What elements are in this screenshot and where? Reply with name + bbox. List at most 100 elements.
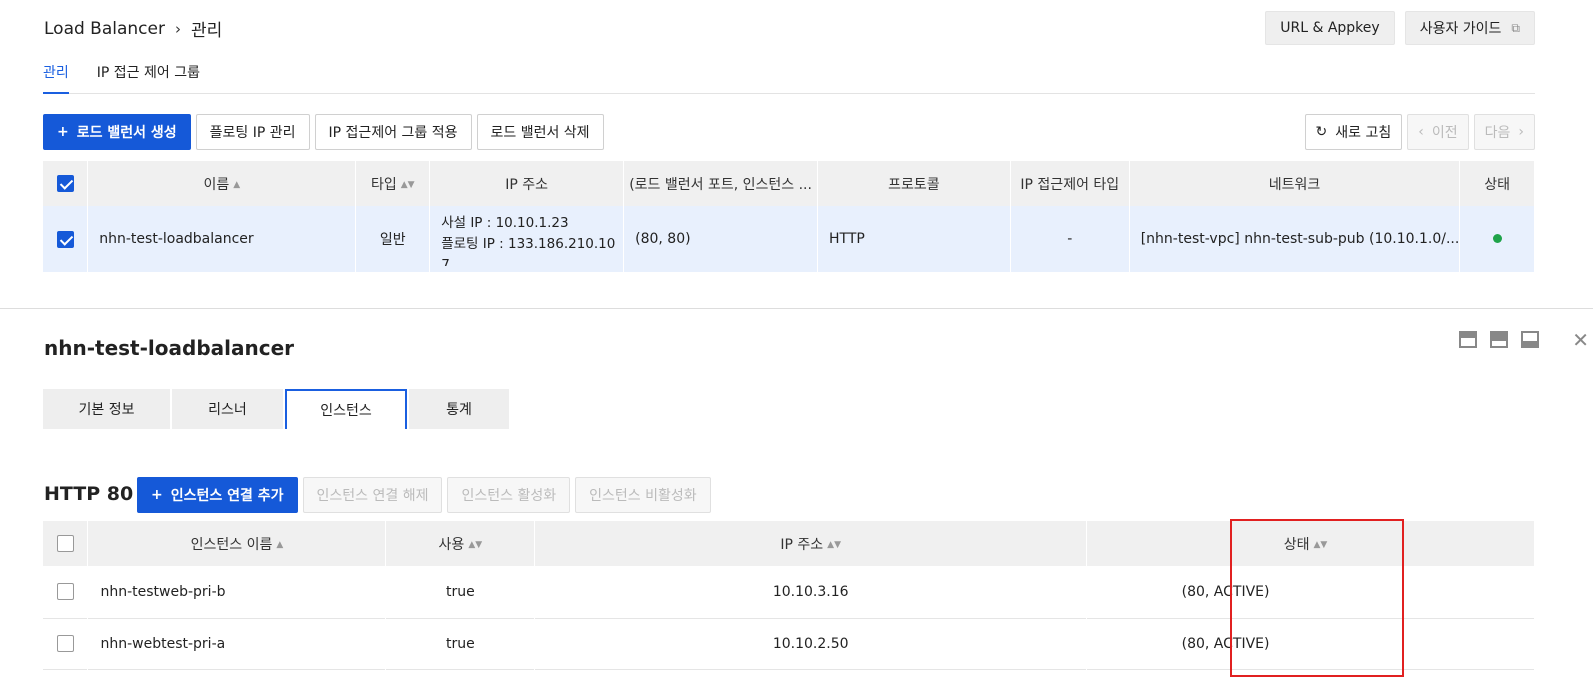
floating-ip-button[interactable]: 플로팅 IP 관리: [195, 114, 310, 150]
detail-tab-bar: 기본 정보 리스너 인스턴스 통계: [43, 389, 509, 429]
lb-protocol: HTTP: [817, 206, 1011, 272]
floating-ip: 플로팅 IP : 133.186.210.10: [441, 235, 616, 252]
col-network: 네트워크: [1129, 161, 1461, 206]
create-lb-label: 로드 밸런서 생성: [76, 125, 177, 141]
lb-ports: (80, 80): [623, 206, 819, 272]
sort-icon: ▲▼: [1313, 539, 1328, 550]
panel-size-controls: [1459, 331, 1539, 348]
table-row[interactable]: nhn-webtest-pri-a true 10.10.2.50 (80, A…: [43, 618, 1535, 669]
next-button[interactable]: 다음 ›: [1473, 114, 1535, 150]
delete-lb-button[interactable]: 로드 밸런서 삭제: [476, 114, 604, 150]
lb-type: 일반: [355, 206, 431, 272]
url-appkey-label: URL & Appkey: [1280, 20, 1380, 36]
floating-ip-wrap: 7: [441, 256, 450, 266]
user-guide-label: 사용자 가이드: [1419, 21, 1502, 37]
instance-status: (80, ACTIVE): [1086, 618, 1535, 669]
refresh-icon: ↻: [1315, 124, 1328, 140]
instance-status: (80, ACTIVE): [1086, 566, 1535, 618]
col-instance-name-label: 인스턴스 이름: [190, 536, 273, 553]
sort-icon: ▲▼: [468, 539, 483, 550]
table-row[interactable]: nhn-test-loadbalancer 일반 사설 IP : 10.10.1…: [43, 206, 1535, 272]
col-ip[interactable]: IP 주소 ▲▼: [534, 521, 1088, 566]
lb-toolbar: + 로드 밸런서 생성 플로팅 IP 관리 IP 접근제어 그룹 적용 로드 밸…: [43, 114, 604, 150]
row-checkbox[interactable]: [56, 583, 74, 601]
tab-listener[interactable]: 리스너: [172, 389, 283, 429]
instance-use: true: [385, 566, 536, 618]
chevron-left-icon: ‹: [1418, 124, 1424, 140]
chevron-right-icon: ›: [1518, 124, 1524, 140]
deactivate-instance-button[interactable]: 인스턴스 비활성화: [575, 477, 711, 513]
instance-table-header: 인스턴스 이름 ▲ 사용 ▲▼ IP 주소 ▲▼ 상태 ▲▼: [43, 521, 1535, 566]
col-name-label: 이름: [203, 176, 230, 193]
col-instance-name[interactable]: 인스턴스 이름 ▲: [87, 521, 387, 566]
instance-name: nhn-testweb-pri-b: [87, 566, 387, 618]
section-title: HTTP 80: [44, 483, 134, 505]
col-protocol: 프로토콜: [817, 161, 1011, 206]
select-all-cell: [43, 161, 89, 206]
sort-icon: ▲▼: [400, 179, 415, 190]
panel-expand-icon[interactable]: [1521, 331, 1539, 348]
next-label: 다음: [1484, 125, 1511, 141]
col-acl-type: IP 접근제어 타입: [1010, 161, 1130, 206]
tab-basic-info[interactable]: 기본 정보: [43, 389, 170, 429]
select-all-checkbox[interactable]: [56, 175, 74, 192]
tab-statistics[interactable]: 통계: [409, 389, 509, 429]
instance-toolbar: + 인스턴스 연결 추가 인스턴스 연결 해제 인스턴스 활성화 인스턴스 비활…: [137, 477, 711, 513]
instance-table: 인스턴스 이름 ▲ 사용 ▲▼ IP 주소 ▲▼ 상태 ▲▼ nhn-testweb-p…: [43, 521, 1535, 670]
col-ports: (로드 밸런서 포트, 인스턴스 ...: [623, 161, 819, 206]
panel-collapse-icon[interactable]: [1459, 331, 1477, 348]
detail-title: nhn-test-loadbalancer: [44, 336, 294, 360]
panel-divider[interactable]: [0, 308, 1593, 309]
col-type[interactable]: 타입 ▲▼: [355, 161, 431, 206]
top-tab-bar: 관리 IP 접근 제어 그룹: [43, 52, 1535, 94]
add-instance-label: 인스턴스 연결 추가: [170, 488, 284, 504]
instance-name: nhn-webtest-pri-a: [87, 618, 387, 669]
detach-instance-button[interactable]: 인스턴스 연결 해제: [302, 477, 443, 513]
col-ip: IP 주소: [429, 161, 625, 206]
table-row[interactable]: nhn-testweb-pri-b true 10.10.3.16 (80, A…: [43, 566, 1535, 618]
apply-acl-button[interactable]: IP 접근제어 그룹 적용: [314, 114, 472, 150]
panel-half-icon[interactable]: [1490, 331, 1508, 348]
sort-icon: ▲▼: [827, 539, 842, 550]
refresh-button[interactable]: ↻ 새로 고침: [1304, 114, 1403, 150]
tab-instance[interactable]: 인스턴스: [285, 389, 407, 429]
breadcrumb-root[interactable]: Load Balancer: [44, 19, 165, 39]
close-icon[interactable]: ✕: [1572, 328, 1589, 352]
prev-button[interactable]: ‹ 이전: [1407, 114, 1469, 150]
sort-icon: ▲: [233, 179, 241, 190]
instance-use: true: [385, 618, 536, 669]
tab-manage[interactable]: 관리: [43, 52, 69, 94]
lb-acl-type: -: [1010, 206, 1130, 272]
lb-network: [nhn-test-vpc] nhn-test-sub-pub (10.10.1…: [1129, 206, 1461, 272]
prev-label: 이전: [1431, 125, 1458, 141]
top-button-group: URL & Appkey 사용자 가이드 ⧉: [1265, 11, 1535, 45]
instance-ip: 10.10.2.50: [534, 618, 1088, 669]
row-select-cell: [43, 566, 89, 618]
select-all-checkbox[interactable]: [56, 535, 74, 552]
private-ip: 사설 IP : 10.10.1.23: [441, 214, 569, 231]
activate-instance-button[interactable]: 인스턴스 활성화: [447, 477, 571, 513]
col-status[interactable]: 상태 ▲▼: [1086, 521, 1535, 566]
row-select-cell: [43, 206, 89, 272]
col-status: 상태: [1459, 161, 1535, 206]
col-ip-label: IP 주소: [780, 536, 824, 553]
create-lb-button[interactable]: + 로드 밸런서 생성: [43, 114, 191, 150]
url-appkey-button[interactable]: URL & Appkey: [1265, 11, 1395, 45]
lb-status-cell: [1459, 206, 1535, 272]
lb-pager: ↻ 새로 고침 ‹ 이전 다음 ›: [1304, 114, 1535, 150]
plus-icon: +: [57, 124, 69, 140]
col-use[interactable]: 사용 ▲▼: [385, 521, 536, 566]
add-instance-button[interactable]: + 인스턴스 연결 추가: [137, 477, 298, 513]
tab-ip-acl-group[interactable]: IP 접근 제어 그룹: [97, 52, 200, 93]
row-select-cell: [43, 618, 89, 669]
user-guide-button[interactable]: 사용자 가이드 ⧉: [1404, 11, 1535, 45]
plus-icon: +: [151, 487, 163, 503]
row-checkbox[interactable]: [56, 230, 74, 248]
chevron-right-icon: ›: [174, 19, 181, 38]
lb-table-header: 이름 ▲ 타입 ▲▼ IP 주소 (로드 밸런서 포트, 인스턴스 ... 프로토콜…: [43, 161, 1535, 206]
row-checkbox[interactable]: [56, 635, 74, 652]
breadcrumb-current: 관리: [190, 21, 223, 41]
col-use-label: 사용: [438, 536, 465, 553]
col-name[interactable]: 이름 ▲: [87, 161, 357, 206]
instance-ip: 10.10.3.16: [534, 566, 1088, 618]
